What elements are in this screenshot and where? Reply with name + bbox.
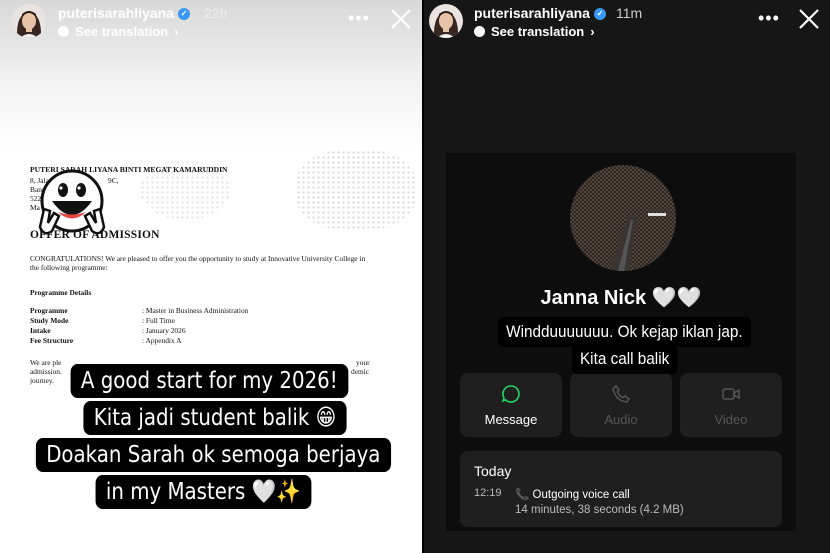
story-caption-line: Doakan Sarah ok semoga berjaya [35, 438, 391, 472]
globe-icon [58, 26, 69, 37]
story-header: puterisarahliyana ✓ 11m See translation › … [424, 0, 830, 46]
table-row: Programme: Master in Business Administra… [30, 306, 249, 315]
story-time: 11m [616, 5, 643, 21]
programme-table: Programme: Master in Business Administra… [30, 306, 248, 346]
avatar[interactable] [12, 4, 46, 38]
peace-smiley-sticker[interactable] [34, 165, 110, 241]
story-username[interactable]: puterisarahliyana ✓ [474, 5, 606, 21]
chevron-right-icon: › [590, 24, 595, 39]
story-left[interactable]: PUTERI SARAH LIYANA BINTI MEGAT KAMARUDD… [0, 0, 422, 553]
programme-heading: Programme Details [30, 288, 92, 297]
chevron-right-icon: › [174, 24, 179, 39]
table-row: Intake: January 2026 [30, 326, 186, 335]
story-right[interactable]: Janna Nick 🤍🤍 I'm ne eping Message Audio [424, 0, 830, 553]
see-translation-link[interactable]: See translation › [58, 24, 179, 39]
story-header: puterisarahliyana ✓ 22h See translation › … [0, 0, 422, 46]
verified-badge-icon: ✓ [177, 8, 190, 21]
audio-call-button[interactable]: Audio [570, 373, 672, 437]
contact-name: Janna Nick 🤍🤍 [540, 287, 702, 309]
more-options-icon[interactable]: ••• [758, 8, 780, 29]
call-type: 📞 Outgoing voice call [515, 489, 630, 501]
message-button[interactable]: Message [460, 373, 562, 437]
call-duration: 14 minutes, 38 seconds (4.2 MB) [515, 504, 684, 516]
story-time: 22h [204, 5, 228, 21]
paragraph-fragment: demic [351, 367, 370, 376]
avatar[interactable] [429, 4, 463, 38]
table-row: Study Mode: Full Time [30, 316, 175, 325]
story-username[interactable]: puterisarahliyana ✓ [58, 5, 190, 21]
more-options-icon[interactable]: ••• [348, 8, 370, 29]
story-caption-line: A good start for my 2026! [70, 364, 349, 398]
phone-icon [612, 384, 631, 403]
call-time: 12:19 [474, 487, 502, 499]
close-icon[interactable] [390, 8, 412, 30]
paragraph-fragment: your [356, 358, 370, 367]
story-viewer: PUTERI SARAH LIYANA BINTI MEGAT KAMARUDD… [0, 0, 830, 553]
story-caption-line: in my Masters 🤍✨ [95, 475, 312, 509]
story-caption-line: Kita jadi student balik 😁 [83, 401, 347, 435]
letter-congrats: CONGRATULATIONS! We are pleased to offer… [30, 254, 366, 272]
call-log-heading: Today [474, 463, 512, 479]
globe-icon [474, 26, 485, 37]
table-row: Fee Structure: Appendix A [30, 336, 182, 345]
message-icon [501, 385, 520, 403]
story-caption-line: Kita call balik [571, 344, 678, 374]
call-log-card: Today 12:19 📞 Outgoing voice call 14 min… [460, 451, 782, 527]
close-icon[interactable] [798, 8, 820, 30]
world-map-watermark [296, 150, 416, 230]
contact-photo [570, 165, 676, 271]
see-translation-link[interactable]: See translation › [474, 24, 595, 39]
outgoing-call-icon: 📞 [515, 489, 530, 501]
story-caption-line: Windduuuuuuu. Ok kejap iklan jap. [498, 317, 751, 347]
video-icon [722, 388, 740, 400]
video-call-button[interactable]: Video [680, 373, 782, 437]
verified-badge-icon: ✓ [593, 8, 606, 21]
